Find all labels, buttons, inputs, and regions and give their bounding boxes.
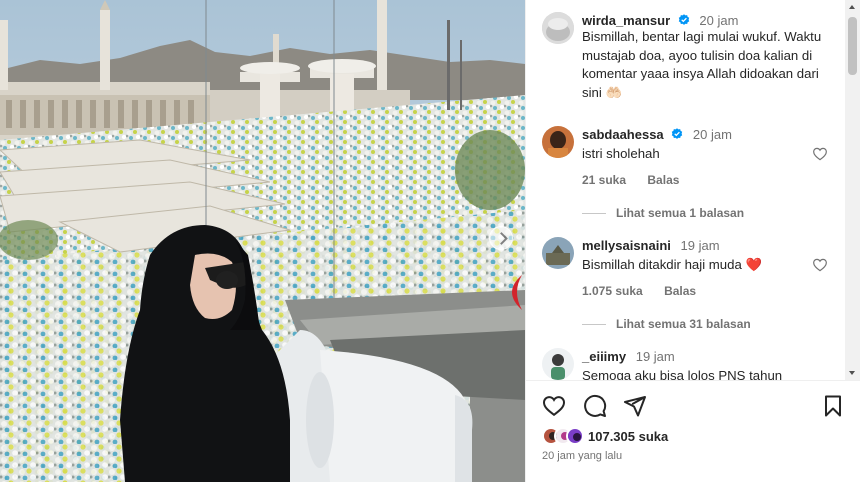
author-avatar[interactable] (542, 12, 574, 44)
caption-time: 20 jam (699, 13, 739, 28)
comment-header: mellysaisnaini 19 jam (582, 238, 720, 253)
view-replies-button[interactable]: Lihat semua 31 balasan (582, 317, 751, 331)
comment-time: 19 jam (680, 238, 720, 253)
scrollbar-thumb[interactable] (848, 17, 857, 75)
comment-time: 20 jam (692, 127, 732, 142)
comment-username[interactable]: _eiiimy (582, 349, 626, 364)
view-replies-label: Lihat semua 31 balasan (616, 317, 751, 331)
author-avatar-image (542, 12, 574, 44)
comment-text: Semoga aku bisa lolos PNS tahun (582, 368, 783, 380)
comment-like-heart-icon[interactable] (812, 257, 828, 273)
post-actions: 107.305 suka 20 jam yang lalu (526, 380, 860, 482)
commenter-avatar-image (542, 126, 574, 158)
comment-username[interactable]: mellysaisnaini (582, 238, 671, 253)
carousel-next-button[interactable] (489, 226, 513, 250)
post-sidebar: wirda_mansur 20 jam Bismillah, bentar la… (525, 0, 860, 482)
bookmark-icon[interactable] (821, 394, 845, 418)
commenter-avatar[interactable] (542, 126, 574, 158)
scroll-down-arrow-icon[interactable] (845, 365, 860, 380)
comment-like-heart-icon[interactable] (812, 146, 828, 162)
comment-text: istri sholehah (582, 146, 660, 161)
post-timestamp[interactable]: 20 jam yang lalu (542, 450, 622, 462)
commenter-avatar[interactable] (542, 348, 574, 380)
comments-scrollbar[interactable] (845, 0, 860, 380)
reply-button[interactable]: Balas (664, 284, 696, 298)
comment-icon[interactable] (583, 394, 607, 418)
comment-header: _eiiimy 19 jam (582, 349, 675, 364)
reply-button[interactable]: Balas (647, 173, 679, 187)
commenter-avatar-image (542, 348, 574, 380)
comment-meta: 21 suka Balas (582, 173, 697, 187)
caption-header: wirda_mansur 20 jam (582, 13, 738, 28)
comment-username[interactable]: sabdaahessa (582, 127, 664, 142)
comment-likes[interactable]: 21 suka (582, 173, 626, 187)
commenter-avatar[interactable] (542, 237, 574, 269)
view-replies-label: Lihat semua 1 balasan (616, 206, 745, 220)
verified-badge-icon (678, 14, 689, 25)
comment-time: 19 jam (635, 349, 675, 364)
view-replies-button[interactable]: Lihat semua 1 balasan (582, 206, 744, 220)
liker-avatar-image (568, 429, 582, 443)
verified-badge-icon (672, 128, 683, 139)
liker-avatar (566, 427, 584, 445)
author-username[interactable]: wirda_mansur (582, 13, 670, 28)
commenter-avatar-image (542, 237, 574, 269)
likes-count[interactable]: 107.305 suka (588, 429, 668, 444)
comment-likes[interactable]: 1.075 suka (582, 284, 643, 298)
caption-text: Bismillah, bentar lagi mulai wukuf. Wakt… (582, 29, 822, 100)
hajj-photo-illustration (0, 0, 525, 482)
post-photo (0, 0, 525, 482)
share-icon[interactable] (623, 394, 647, 418)
comment-text: Bismillah ditakdir haji muda ❤️ (582, 257, 762, 272)
comments-list: wirda_mansur 20 jam Bismillah, bentar la… (526, 0, 846, 380)
likes-row[interactable]: 107.305 suka (542, 426, 668, 446)
heart-icon[interactable] (542, 394, 566, 418)
scroll-up-arrow-icon[interactable] (845, 0, 860, 15)
comment-meta: 1.075 suka Balas (582, 284, 714, 298)
comment-header: sabdaahessa 20 jam (582, 127, 732, 142)
